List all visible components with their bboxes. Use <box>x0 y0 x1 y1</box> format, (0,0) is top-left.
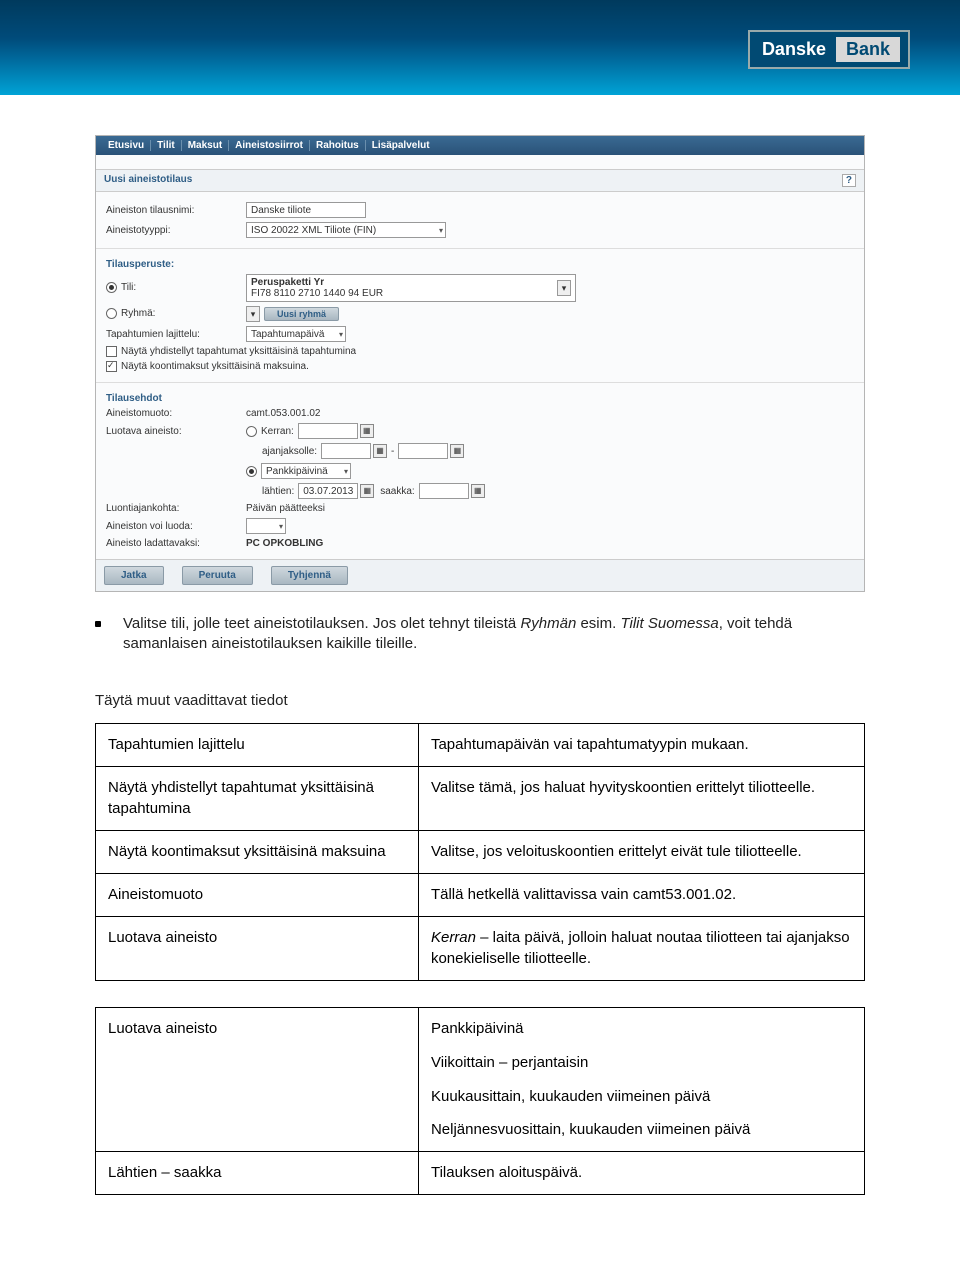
label-kerran: Kerran: <box>261 426 294 437</box>
cell-right: Tilauksen aloituspäivä. <box>418 1152 864 1195</box>
logo: Danske Bank <box>748 30 910 69</box>
legacy-menubar: Etusivu Tilit Maksut Aineistosiirrot Rah… <box>96 136 864 155</box>
tili-val-line1: Peruspaketti Yr <box>251 277 383 288</box>
section-title: Uusi aineistotilaus <box>104 174 192 187</box>
select-pankkipaivina[interactable]: Pankkipäivinä <box>261 463 351 479</box>
menu-item[interactable]: Lisäpalvelut <box>366 140 436 151</box>
label-lajittelu: Tapahtumien lajittelu: <box>106 329 246 340</box>
logo-bank: Bank <box>836 37 900 62</box>
select-lajittelu[interactable]: Tapahtumapäivä <box>246 326 346 342</box>
value-ladattavaksi: PC OPKOBLING <box>246 538 323 549</box>
cell-right: Valitse, jos veloituskoontien erittelyt … <box>418 831 864 874</box>
menu-item[interactable]: Maksut <box>182 140 229 151</box>
value-muoto: camt.053.001.02 <box>246 408 321 419</box>
label-luontiajankohta: Luontiajankohta: <box>106 503 246 514</box>
input-tilausnimi[interactable]: Danske tiliote <box>246 202 366 218</box>
cell-left: Luotava aineisto <box>96 916 419 981</box>
label-muoto: Aineistomuoto: <box>106 408 246 419</box>
input-kerran-date[interactable] <box>298 423 358 439</box>
value-luontiajankohta: Päivän päätteeksi <box>246 503 325 514</box>
logo-danske: Danske <box>758 37 830 62</box>
bullet-item: Valitse tili, jolle teet aineistotilauks… <box>95 614 865 655</box>
radio-ryhma[interactable] <box>106 308 117 319</box>
cell-left: Lähtien – saakka <box>96 1152 419 1195</box>
cell-right: Kerran – laita päivä, jolloin haluat nou… <box>418 916 864 981</box>
input-lahtien[interactable]: 03.07.2013 <box>298 483 358 499</box>
menu-item[interactable]: Tilit <box>151 140 182 151</box>
table-row: Luotava aineisto Kerran – laita päivä, j… <box>96 916 865 981</box>
label-lahtien: lähtien: <box>262 486 294 497</box>
label-luotava: Luotava aineisto: <box>106 426 246 437</box>
label-saakka: saakka: <box>380 486 414 497</box>
label-ladattavaksi: Aineisto ladattavaksi: <box>106 538 246 549</box>
calendar-icon[interactable]: ▦ <box>360 424 374 438</box>
requirements-table: Tapahtumien lajitteluTapahtumapäivän vai… <box>95 723 865 981</box>
label-chk1: Näytä yhdistellyt tapahtumat yksittäisin… <box>121 346 356 357</box>
select-tyyppi[interactable]: ISO 20022 XML Tiliote (FIN) <box>246 222 446 238</box>
cell-right: Tapahtumapäivän vai tapahtumatyypin muka… <box>418 723 864 766</box>
label-tilausperuste: Tilausperuste: <box>106 259 854 270</box>
section-title: Täytä muut vaadittavat tiedot <box>95 691 865 711</box>
bullet-text: Valitse tili, jolle teet aineistotilauks… <box>123 614 865 655</box>
label-ajanjaksolle: ajanjaksolle: <box>262 446 317 457</box>
button-tyhjenna[interactable]: Tyhjennä <box>271 566 348 585</box>
table-row: Näytä yhdistellyt tapahtumat yksittäisin… <box>96 766 865 831</box>
label-tili: Tili: <box>121 283 136 294</box>
legacy-form-screenshot: Etusivu Tilit Maksut Aineistosiirrot Rah… <box>95 135 865 592</box>
input-ajanjakso-to[interactable] <box>398 443 448 459</box>
label-ryhma: Ryhmä: <box>121 309 155 320</box>
dropdown-ryhma[interactable]: ▾ <box>246 306 260 322</box>
table-row: Näytä koontimaksut yksittäisinä maksuina… <box>96 831 865 874</box>
cell-left: Tapahtumien lajittelu <box>96 723 419 766</box>
label-tilausehdot: Tilausehdot <box>106 393 854 404</box>
table-row: Luotava aineisto Pankkipäivinä Viikoitta… <box>96 1008 865 1152</box>
brand-banner: Danske Bank <box>0 0 960 95</box>
label-tilausnimi: Aineiston tilausnimi: <box>106 205 246 216</box>
select-tili[interactable]: Peruspaketti Yr FI78 8110 2710 1440 94 E… <box>246 274 576 302</box>
checkbox-yhdistellyt[interactable] <box>106 346 117 357</box>
cell-right: Pankkipäivinä Viikoittain – perjantaisin… <box>418 1008 864 1152</box>
cell-left: Aineistomuoto <box>96 873 419 916</box>
label-tyyppi: Aineistotyyppi: <box>106 225 246 236</box>
dash: - <box>391 446 394 457</box>
cell-left: Näytä yhdistellyt tapahtumat yksittäisin… <box>96 766 419 831</box>
help-icon[interactable]: ? <box>842 174 856 187</box>
select-voi-luoda[interactable] <box>246 518 286 534</box>
calendar-icon[interactable]: ▦ <box>471 484 485 498</box>
radio-pankkipaivina[interactable] <box>246 466 257 477</box>
bullet-dot <box>95 621 101 627</box>
tili-val-line2: FI78 8110 2710 1440 94 EUR <box>251 288 383 299</box>
input-saakka[interactable] <box>419 483 469 499</box>
button-uusi-ryhma[interactable]: Uusi ryhmä <box>264 307 339 321</box>
cell-right: Tällä hetkellä valittavissa vain camt53.… <box>418 873 864 916</box>
radio-kerran[interactable] <box>246 426 257 437</box>
menu-item[interactable]: Etusivu <box>102 140 151 151</box>
requirements-table-2: Luotava aineisto Pankkipäivinä Viikoitta… <box>95 1007 865 1195</box>
calendar-icon[interactable]: ▦ <box>450 444 464 458</box>
checkbox-koontimaksut[interactable] <box>106 361 117 372</box>
label-voi-luoda: Aineiston voi luoda: <box>106 521 246 532</box>
calendar-icon[interactable]: ▦ <box>373 444 387 458</box>
table-row: Tapahtumien lajitteluTapahtumapäivän vai… <box>96 723 865 766</box>
cell-left: Luotava aineisto <box>96 1008 419 1152</box>
input-ajanjakso-from[interactable] <box>321 443 371 459</box>
calendar-icon[interactable]: ▦ <box>360 484 374 498</box>
section-header: Uusi aineistotilaus ? <box>96 169 864 192</box>
table-row: AineistomuotoTällä hetkellä valittavissa… <box>96 873 865 916</box>
button-jatka[interactable]: Jatka <box>104 566 164 585</box>
label-chk2: Näytä koontimaksut yksittäisinä maksuina… <box>121 361 309 372</box>
radio-tili[interactable] <box>106 282 117 293</box>
table-row: Lähtien – saakka Tilauksen aloituspäivä. <box>96 1152 865 1195</box>
cell-right: Valitse tämä, jos haluat hyvityskoontien… <box>418 766 864 831</box>
menu-item[interactable]: Aineistosiirrot <box>229 140 310 151</box>
dropdown-icon: ▾ <box>557 280 571 296</box>
button-peruuta[interactable]: Peruuta <box>182 566 253 585</box>
cell-left: Näytä koontimaksut yksittäisinä maksuina <box>96 831 419 874</box>
menu-item[interactable]: Rahoitus <box>310 140 366 151</box>
